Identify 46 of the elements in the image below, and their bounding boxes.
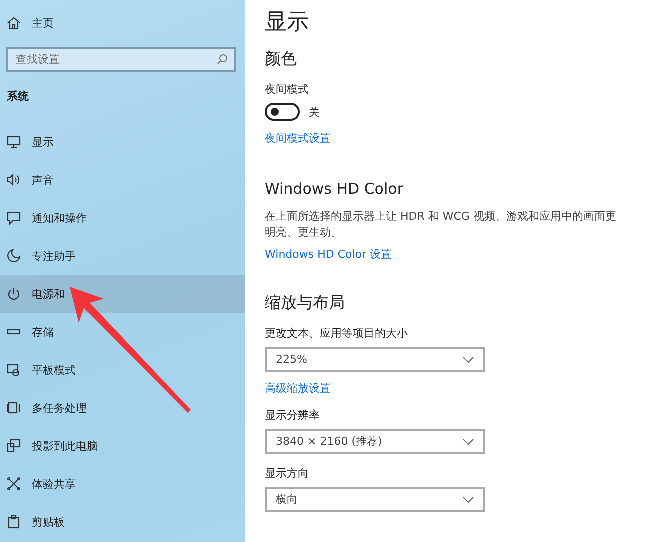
setting-label: 显示方向 [265,466,309,481]
sidebar-item[interactable]: 平板模式 [0,351,245,389]
projector-icon [7,439,21,453]
section-heading: 颜色 [265,48,297,70]
setting-label: 更改文本、应用等项目的大小 [265,326,408,341]
chevron-icon [463,438,474,444]
settings-link[interactable]: 高级缩放设置 [265,381,331,396]
search-icon [217,54,228,65]
section-heading: 缩放与布局 [265,292,345,314]
sidebar-item[interactable]: 专注助手 [0,237,245,275]
settings-link[interactable]: Windows HD Color 设置 [265,247,392,262]
share-icon [7,477,21,491]
tablet-icon [7,363,21,377]
message-icon [7,211,21,225]
description-text: 在上面所选择的显示器上让 HDR 和 WCG 视频、游戏和应用中的画面更明亮、更生动。 [265,209,618,241]
page-title: 显示 [265,9,309,37]
power-icon [7,287,21,301]
sidebar-item[interactable]: 通知和操作 [0,199,245,237]
section-heading: Windows HD Color [265,179,404,200]
speaker-icon [7,173,21,187]
sidebar-item[interactable]: 显示 [0,123,245,161]
setting-label: 夜间模式 [265,82,309,97]
settings-link[interactable]: 夜间模式设置 [265,131,331,146]
setting-label: 显示分辨率 [265,408,320,423]
moon-icon [7,249,21,263]
section-heading: 系统 [6,89,30,104]
toggle-state: 关 [309,104,320,120]
toggle-switch[interactable] [265,103,300,121]
search-field[interactable]: 查找设置 [6,47,236,72]
sidebar-item[interactable]: 剪贴板 [0,503,245,541]
dropdown[interactable]: 横向 [265,487,485,512]
sidebar-item[interactable]: 存储 [0,313,245,351]
sidebar-item[interactable]: 投影到此电脑 [0,427,245,465]
sidebar-item[interactable]: 声音 [0,161,245,199]
home-icon [7,16,21,30]
monitor-icon [7,135,21,149]
dropdown[interactable]: 225% [265,347,485,372]
sidebar-item[interactable]: 多任务处理 [0,389,245,427]
home-item[interactable]: 主页 [0,13,245,33]
clipboard-icon [7,515,21,529]
sidebar-item[interactable]: 电源和 [0,275,245,313]
dropdown[interactable]: 3840 × 2160 (推荐) [265,429,485,454]
multitask-icon [7,401,21,415]
chevron-icon [463,356,474,362]
sidebar-item[interactable]: 体验共享 [0,465,245,503]
chevron-icon [463,496,474,502]
